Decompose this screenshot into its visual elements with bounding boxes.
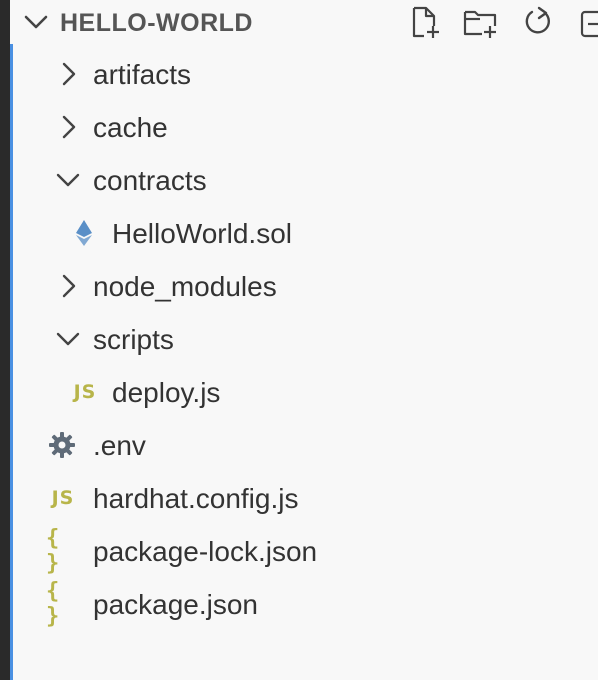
solidity-file-icon bbox=[70, 219, 98, 247]
collapse-all-icon[interactable] bbox=[576, 4, 598, 40]
explorer-header[interactable]: HELLO-WORLD bbox=[10, 0, 598, 44]
tree-item-label: hardhat.config.js bbox=[93, 483, 299, 514]
chevron-down-icon[interactable] bbox=[22, 8, 50, 36]
workspace-title: HELLO-WORLD bbox=[60, 9, 253, 37]
new-file-icon[interactable] bbox=[406, 4, 442, 40]
tree-item-artifacts[interactable]: artifacts bbox=[10, 48, 598, 101]
tree-item-label: deploy.js bbox=[112, 377, 221, 408]
tree-item-label: package-lock.json bbox=[93, 536, 318, 567]
activity-bar-edge bbox=[0, 0, 10, 680]
tree-item-label: package.json bbox=[93, 589, 259, 620]
tree-item-helloworld-sol[interactable]: HelloWorld.sol bbox=[10, 207, 598, 260]
tree-item-label: contracts bbox=[93, 165, 207, 196]
javascript-file-icon: JS bbox=[73, 381, 97, 403]
tree-item-label: cache bbox=[93, 112, 168, 143]
tree-item-package-json[interactable]: { } package.json bbox=[10, 578, 598, 631]
tree-item-label: scripts bbox=[93, 324, 174, 355]
refresh-icon[interactable] bbox=[520, 4, 556, 40]
tree-item-contracts[interactable]: contracts bbox=[10, 154, 598, 207]
tree-item-label: .env bbox=[93, 430, 146, 461]
json-file-icon: { } bbox=[46, 526, 60, 576]
chevron-down-icon bbox=[54, 166, 82, 194]
chevron-right-icon bbox=[54, 272, 82, 300]
gear-icon bbox=[48, 431, 76, 459]
tree-item-scripts[interactable]: scripts bbox=[10, 313, 598, 366]
tree-item-hardhat-config-js[interactable]: JS hardhat.config.js bbox=[10, 472, 598, 525]
tree-item-env[interactable]: .env bbox=[10, 419, 598, 472]
tree-item-label: artifacts bbox=[93, 59, 192, 90]
tree-item-label: node_modules bbox=[93, 271, 277, 302]
tree-item-label: HelloWorld.sol bbox=[112, 218, 292, 249]
tree-item-cache[interactable]: cache bbox=[10, 101, 598, 154]
javascript-file-icon: JS bbox=[51, 487, 75, 509]
chevron-down-icon bbox=[54, 325, 82, 353]
json-file-icon: { } bbox=[46, 579, 60, 629]
tree-item-node-modules[interactable]: node_modules bbox=[10, 260, 598, 313]
tree-item-package-lock-json[interactable]: { } package-lock.json bbox=[10, 525, 598, 578]
chevron-right-icon bbox=[54, 60, 82, 88]
new-folder-icon[interactable] bbox=[462, 4, 498, 40]
chevron-right-icon bbox=[54, 113, 82, 141]
tree-item-deploy-js[interactable]: JS deploy.js bbox=[10, 366, 598, 419]
